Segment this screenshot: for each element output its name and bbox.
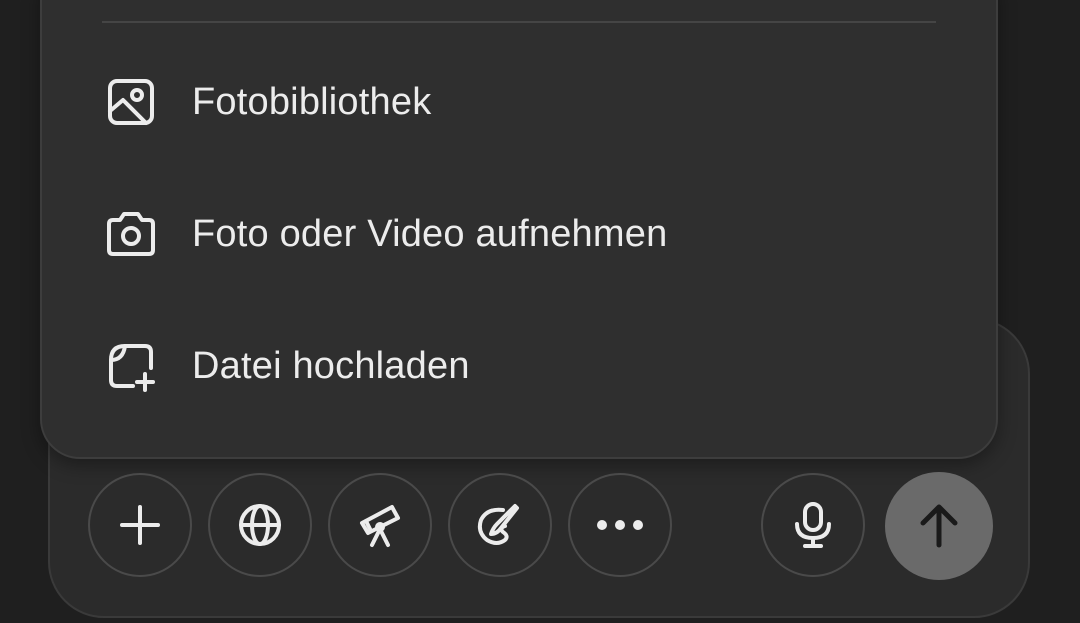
web-search-button[interactable]	[208, 473, 312, 577]
send-button[interactable]	[885, 472, 993, 580]
app-screen: Fotobibliothek Foto oder Video aufnehmen…	[0, 0, 1080, 623]
send-arrow-icon	[919, 503, 959, 549]
menu-item-label: Fotobibliothek	[192, 80, 432, 123]
telescope-icon	[356, 501, 404, 549]
more-options-button[interactable]	[568, 473, 672, 577]
menu-item-label: Foto oder Video aufnehmen	[192, 212, 668, 255]
voice-input-button[interactable]	[761, 473, 865, 577]
file-upload-icon	[100, 335, 162, 397]
deep-research-button[interactable]	[328, 473, 432, 577]
photo-library-icon	[100, 71, 162, 133]
menu-item-camera[interactable]: Foto oder Video aufnehmen	[100, 194, 920, 274]
microphone-icon	[793, 502, 833, 548]
menu-item-label: Datei hochladen	[192, 344, 470, 387]
plus-icon	[118, 503, 162, 547]
add-button[interactable]	[88, 473, 192, 577]
more-icon	[596, 519, 644, 531]
menu-item-file-upload[interactable]: Datei hochladen	[100, 326, 920, 406]
menu-item-photo-library[interactable]: Fotobibliothek	[100, 62, 920, 142]
image-create-button[interactable]	[448, 473, 552, 577]
globe-icon	[237, 502, 283, 548]
camera-icon	[100, 203, 162, 265]
paintbrush-icon	[475, 502, 525, 548]
menu-divider	[102, 21, 936, 23]
